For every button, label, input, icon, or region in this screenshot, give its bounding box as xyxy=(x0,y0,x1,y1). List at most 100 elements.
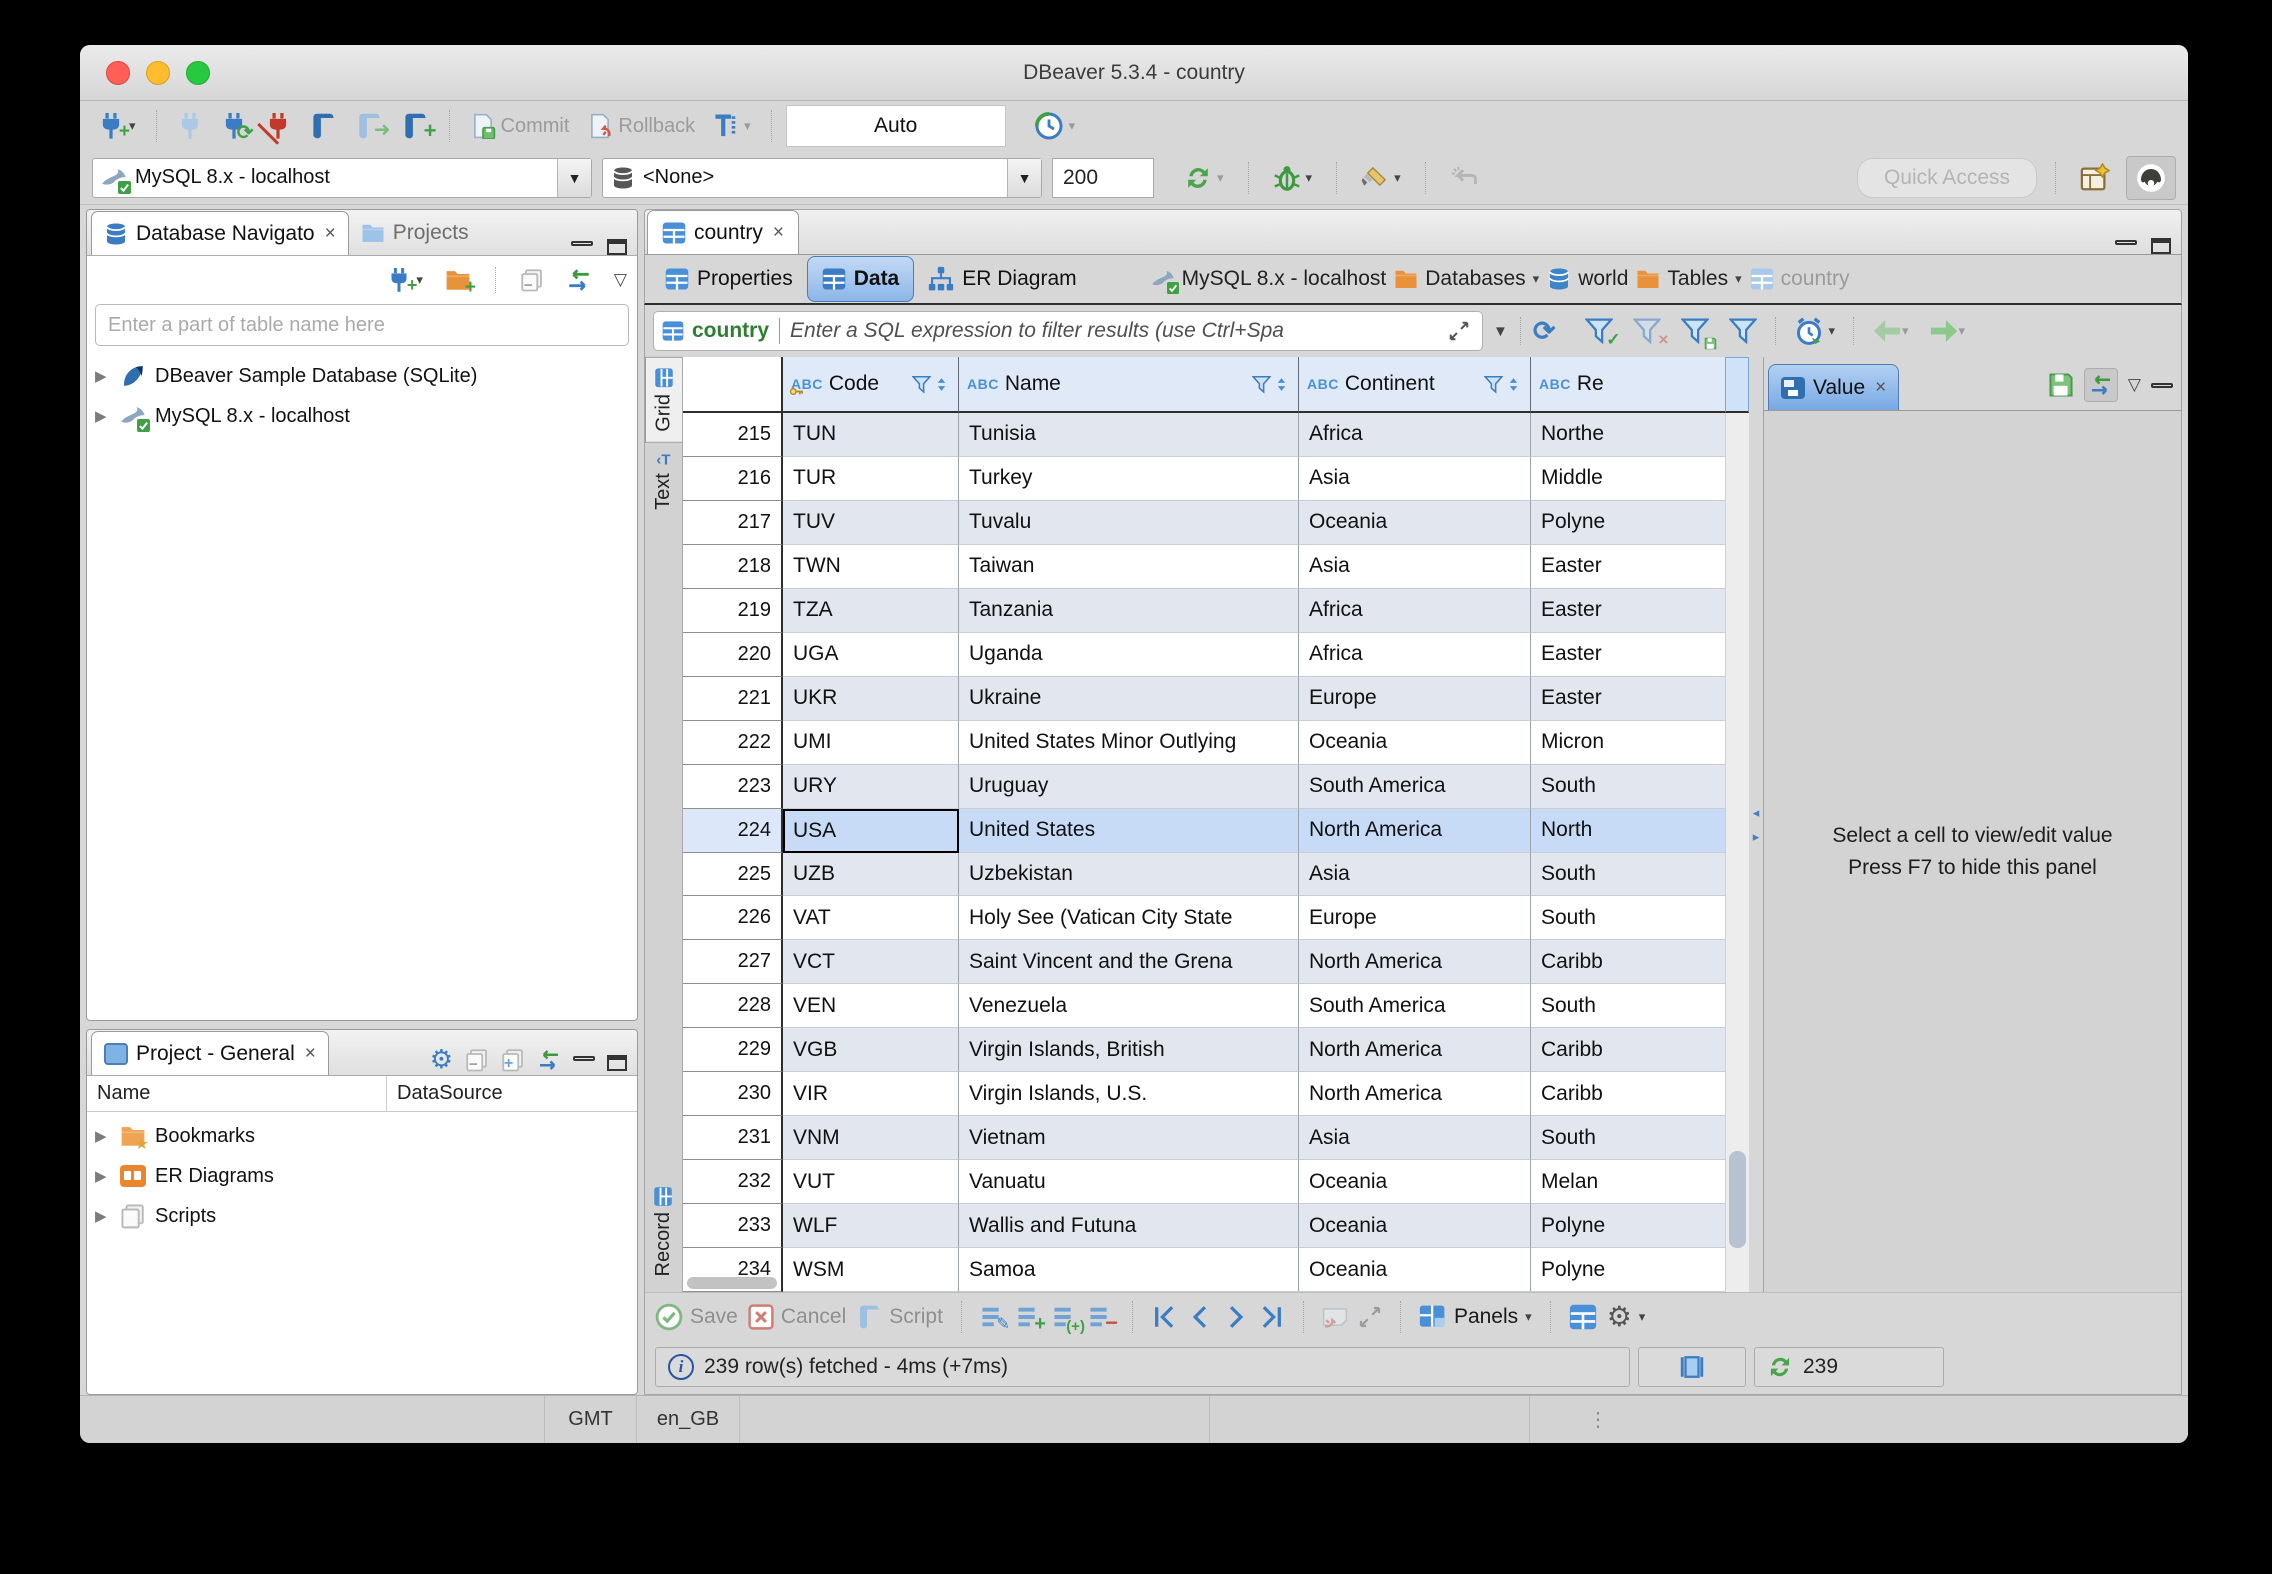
collapse-all-icon[interactable]: − xyxy=(465,1048,489,1073)
external-tools-button[interactable]: ▾ xyxy=(1355,160,1407,196)
panel-splitter[interactable]: ◂ ▸ xyxy=(1749,357,1763,1292)
tab-value[interactable]: Value × xyxy=(1768,364,1900,410)
table-row[interactable]: 229 VGB Virgin Islands, British North Ameri… xyxy=(683,1028,1749,1073)
cell-code[interactable]: VEN xyxy=(783,984,959,1029)
rollback-button[interactable]: Rollback xyxy=(581,109,701,143)
cell-code[interactable]: UMI xyxy=(783,720,959,765)
table-row[interactable]: 221 UKR Ukraine Europe Easter xyxy=(683,676,1749,721)
cell-cont[interactable]: Asia xyxy=(1299,456,1531,501)
table-row[interactable]: 226 VAT Holy See (Vatican City State Europe… xyxy=(683,896,1749,941)
table-row[interactable]: 231 VNM Vietnam Asia South xyxy=(683,1116,1749,1161)
sql-editor-button[interactable] xyxy=(303,108,343,144)
cell-cont[interactable]: North America xyxy=(1299,940,1531,985)
cell-num[interactable]: 231 xyxy=(683,1116,783,1161)
table-row[interactable]: 234 WSM Samoa Oceania Polyne xyxy=(683,1248,1749,1293)
cell-code[interactable]: WSM xyxy=(783,1248,959,1293)
maximize-panel-icon[interactable] xyxy=(607,1054,627,1071)
script-button[interactable]: Script xyxy=(856,1304,943,1330)
cell-num[interactable]: 226 xyxy=(683,896,783,941)
filter-history-button[interactable]: ▼ xyxy=(1489,321,1512,342)
grid-config-corner[interactable] xyxy=(1725,357,1749,413)
save-button[interactable]: Save xyxy=(655,1303,738,1331)
grid-config-button[interactable] xyxy=(1569,1303,1597,1331)
close-icon[interactable]: × xyxy=(773,222,784,244)
cell-name[interactable]: Venezuela xyxy=(959,984,1299,1029)
save-filter-button[interactable] xyxy=(1677,315,1713,347)
cell-cont[interactable]: Oceania xyxy=(1299,500,1531,545)
cell-reg[interactable]: Polyne xyxy=(1531,1204,1749,1249)
scrollbar-thumb[interactable] xyxy=(1729,1151,1746,1249)
cell-num[interactable]: 224 xyxy=(683,808,783,853)
table-row[interactable]: 218 TWN Taiwan Asia Easter xyxy=(683,544,1749,589)
auto-commit-toggle[interactable]: Auto xyxy=(785,105,1006,147)
tab-properties[interactable]: Properties xyxy=(651,256,807,302)
cell-reg[interactable]: Polyne xyxy=(1531,501,1749,545)
cell-name[interactable]: United States Minor Outlying xyxy=(959,720,1299,765)
tab-er-diagram[interactable]: ER Diagram xyxy=(914,256,1090,302)
expander-icon[interactable]: ▶ xyxy=(95,367,111,385)
duplicate-row-button[interactable]: (+) xyxy=(1052,1304,1085,1335)
table-row[interactable]: 216 TUR Turkey Asia Middle xyxy=(683,456,1749,501)
close-icon[interactable]: × xyxy=(325,223,336,245)
expander-icon[interactable]: ▶ xyxy=(95,407,111,425)
column-header-name[interactable]: Name xyxy=(87,1076,387,1111)
maximize-editor-icon[interactable] xyxy=(2151,238,2171,254)
column-header-datasource[interactable]: DataSource xyxy=(387,1082,503,1105)
expand-all-icon[interactable]: + xyxy=(501,1048,525,1072)
cell-cont[interactable]: Africa xyxy=(1299,632,1531,677)
last-edit-location-button[interactable] xyxy=(1444,160,1484,196)
cell-name[interactable]: Saint Vincent and the Grena xyxy=(959,940,1299,985)
auto-refresh-button[interactable]: ▾ xyxy=(1790,314,1839,348)
calc-panel-button[interactable] xyxy=(1638,1347,1746,1387)
timezone-indicator[interactable]: GMT xyxy=(545,1396,637,1443)
cell-reg[interactable]: Caribb xyxy=(1531,1072,1749,1117)
expander-icon[interactable]: ▶ xyxy=(95,1127,111,1145)
cell-name[interactable]: Tuvalu xyxy=(959,500,1299,545)
row-count-box[interactable]: 239 xyxy=(1754,1347,1944,1387)
cell-code[interactable]: VAT xyxy=(783,896,959,941)
cell-num[interactable]: 220 xyxy=(683,632,783,677)
apply-filter-button[interactable]: ✓ xyxy=(1581,315,1620,349)
cell-reg[interactable]: South xyxy=(1531,984,1749,1029)
nav-forward-button[interactable]: ▾ xyxy=(1925,314,1970,348)
cell-code[interactable]: URY xyxy=(783,764,959,809)
nav-back-button[interactable]: ▾ xyxy=(1868,314,1913,348)
table-row[interactable]: 224 USA United States North America North xyxy=(683,808,1749,853)
cell-cont[interactable]: Asia xyxy=(1299,1116,1531,1161)
cell-reg[interactable]: Easter xyxy=(1531,589,1749,633)
goto-row-button[interactable] xyxy=(1322,1304,1348,1330)
vertical-scrollbar[interactable] xyxy=(1725,413,1749,1292)
minimize-window-button[interactable] xyxy=(146,61,170,85)
zoom-window-button[interactable] xyxy=(186,61,210,85)
connection-dropdown-button[interactable]: ▼ xyxy=(557,158,591,197)
link-with-editor-button[interactable] xyxy=(560,263,598,297)
tab-database-navigator[interactable]: Database Navigato × xyxy=(91,211,349,255)
expand-filter-icon[interactable] xyxy=(1444,318,1474,344)
disconnect-button[interactable] xyxy=(256,105,297,145)
column-header-region[interactable]: ABC Re xyxy=(1531,357,1725,413)
dbeaver-perspective-button[interactable] xyxy=(2126,155,2176,200)
cell-num[interactable]: 221 xyxy=(683,676,783,721)
add-row-button[interactable]: + xyxy=(1016,1304,1046,1335)
tab-data[interactable]: Data xyxy=(806,256,915,302)
cell-name[interactable]: Vanuatu xyxy=(959,1160,1299,1205)
table-row[interactable]: 227 VCT Saint Vincent and the Grena North A… xyxy=(683,940,1749,985)
view-menu-icon[interactable]: ▽ xyxy=(2128,375,2141,395)
new-connection-button[interactable]: + ▾ xyxy=(92,109,142,143)
expander-icon[interactable]: ▶ xyxy=(95,1167,111,1185)
breadcrumb-country[interactable]: country xyxy=(1750,267,1850,291)
cell-num[interactable]: 232 xyxy=(683,1160,783,1205)
new-sql-script-button[interactable]: + xyxy=(395,108,437,144)
collapse-all-button[interactable]: − xyxy=(514,264,550,296)
cell-name[interactable]: Tanzania xyxy=(959,588,1299,633)
cell-num[interactable]: 217 xyxy=(683,500,783,545)
delete-row-button[interactable]: − xyxy=(1088,1304,1118,1335)
save-value-icon[interactable] xyxy=(2048,372,2074,398)
cell-num[interactable]: 223 xyxy=(683,764,783,809)
cell-cont[interactable]: Oceania xyxy=(1299,1248,1531,1293)
tree-item-bookmarks[interactable]: ▶ ★ Bookmarks xyxy=(95,1116,637,1156)
minimize-panel-icon[interactable] xyxy=(573,1056,595,1061)
cell-num[interactable]: 228 xyxy=(683,984,783,1029)
table-row[interactable]: 215 TUN Tunisia Africa Northe xyxy=(683,413,1749,457)
cell-reg[interactable]: South xyxy=(1531,853,1749,897)
